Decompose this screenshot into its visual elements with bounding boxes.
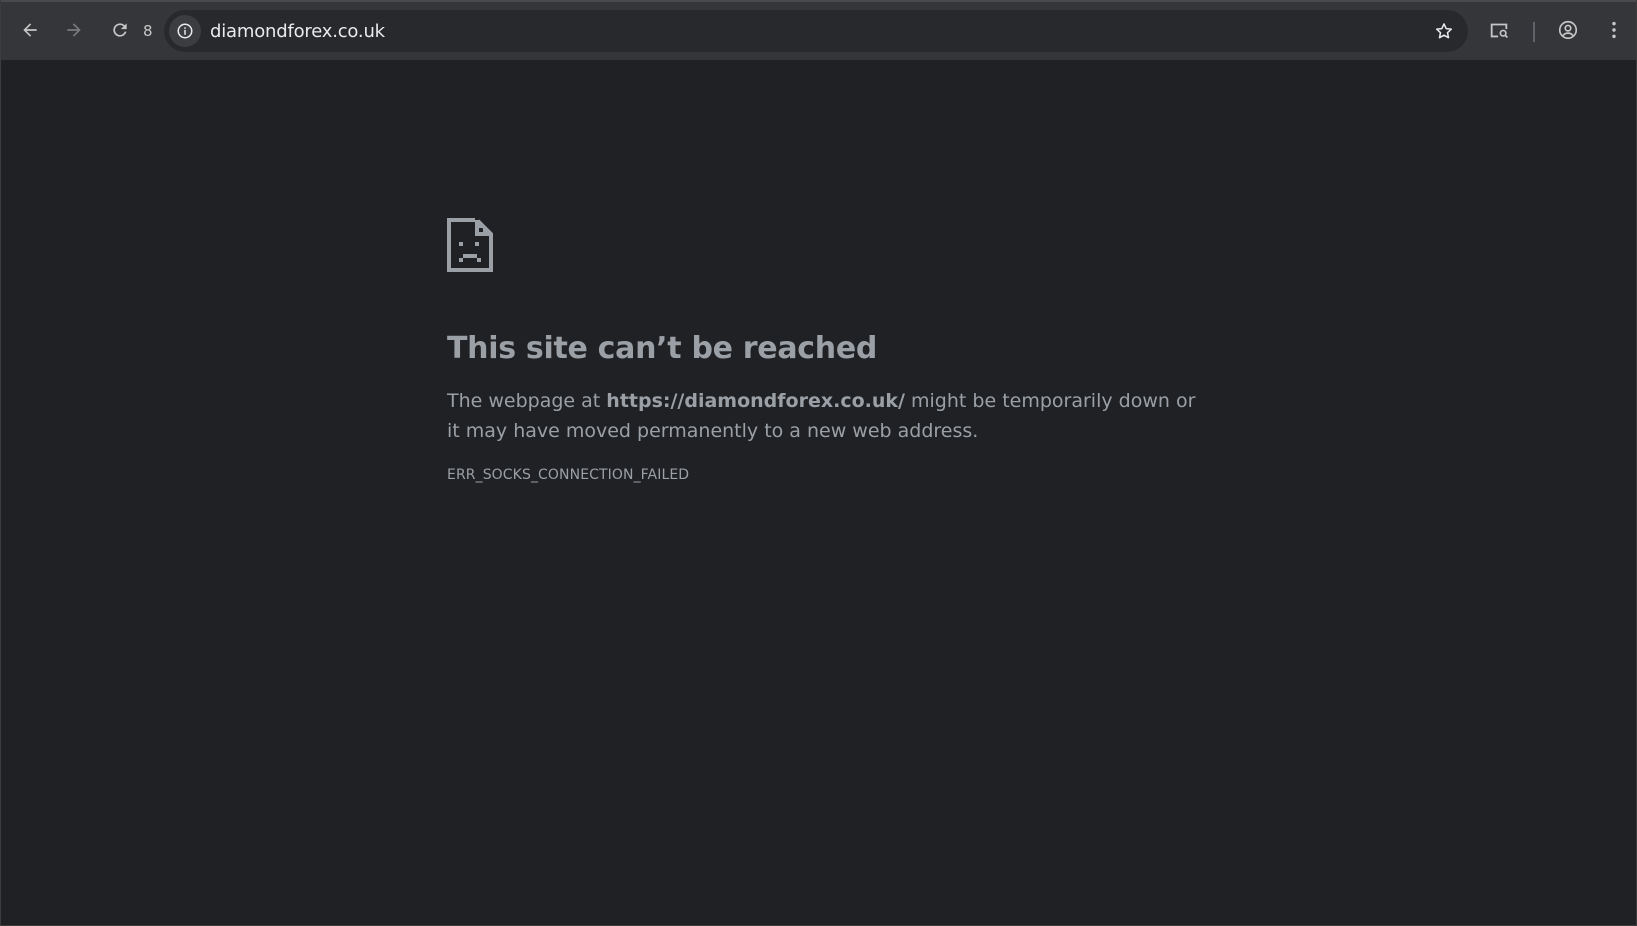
menu-button[interactable] — [1598, 14, 1630, 46]
site-info-button[interactable] — [169, 15, 201, 47]
sad-document-icon — [447, 218, 493, 272]
back-button[interactable] — [12, 12, 48, 48]
arrow-right-icon — [67, 23, 81, 37]
error-description: The webpage at https://diamondforex.co.u… — [447, 386, 1207, 446]
browser-toolbar: 8 diamondforex.co.uk — [1, 0, 1636, 60]
error-code: ERR_SOCKS_CONNECTION_FAILED — [447, 467, 690, 483]
reload-button[interactable] — [102, 12, 138, 48]
profile-button[interactable] — [1552, 14, 1584, 46]
search-page-button[interactable] — [1483, 14, 1515, 46]
error-title: This site can’t be reached — [447, 331, 878, 366]
account-circle-icon — [1558, 20, 1578, 40]
info-icon — [177, 23, 193, 39]
forward-button[interactable] — [56, 12, 92, 48]
reload-count: 8 — [143, 22, 153, 40]
url-text[interactable]: diamondforex.co.uk — [210, 21, 385, 42]
reload-icon — [113, 23, 127, 37]
address-bar[interactable]: diamondforex.co.uk — [164, 10, 1468, 52]
star-icon — [1436, 23, 1452, 39]
arrow-left-icon — [23, 23, 37, 37]
kebab-menu-icon — [1612, 21, 1616, 39]
bookmark-button[interactable] — [1432, 19, 1456, 43]
desc-url: https://diamondforex.co.uk/ — [606, 390, 905, 412]
browser-window: 8 diamondforex.co.uk This site can’t be … — [0, 0, 1637, 926]
desc-prefix: The webpage at — [447, 390, 607, 412]
error-content: This site can’t be reached The webpage a… — [447, 218, 1207, 483]
search-page-icon — [1490, 23, 1509, 39]
toolbar-separator — [1533, 22, 1535, 42]
